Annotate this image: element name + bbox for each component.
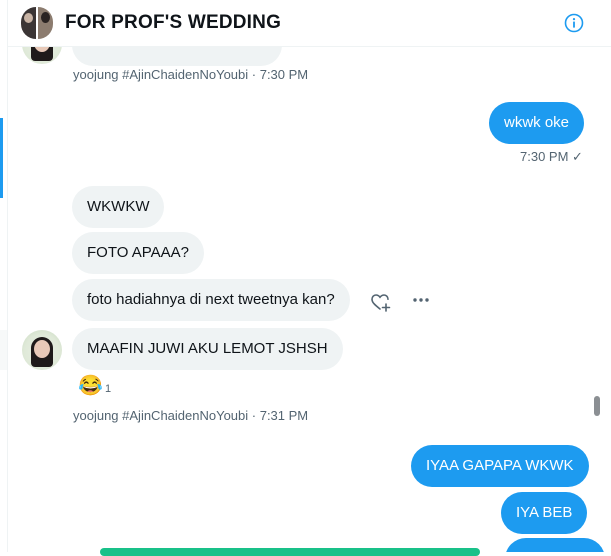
group-avatar-member-2: [38, 7, 53, 39]
scrollbar-thumb[interactable]: [594, 396, 600, 416]
message-bubble-partial[interactable]: [72, 46, 282, 66]
left-panel-edge: [0, 0, 8, 552]
message-bubble-outgoing[interactable]: IYA BEB: [501, 492, 588, 534]
message-meta-outgoing: 7:30 PM ✓: [520, 149, 583, 164]
info-circle-icon[interactable]: [564, 13, 584, 33]
conversation-header: FOR PROF'S WEDDING: [8, 0, 611, 47]
heart-plus-icon[interactable]: [369, 290, 393, 314]
sender-avatar-partial[interactable]: [22, 46, 62, 64]
reaction-count: 1: [105, 383, 112, 395]
message-bubble-outgoing[interactable]: wkwk oke: [489, 102, 585, 144]
group-avatar-member-1: [21, 7, 36, 39]
avatar-face: [34, 340, 50, 358]
message-bubble-incoming[interactable]: FOTO APAAA?: [72, 232, 204, 274]
message-meta: yoojung #AjinChaidenNoYoubi · 7:30 PM: [73, 67, 309, 82]
sender-avatar[interactable]: [22, 330, 62, 370]
conversation-title[interactable]: FOR PROF'S WEDDING: [65, 12, 281, 34]
message-bubble-incoming[interactable]: WKWKW: [72, 186, 165, 228]
group-avatar[interactable]: [21, 7, 53, 39]
more-horizontal-icon[interactable]: [411, 289, 431, 314]
message-bubble-outgoing[interactable]: IYAA GAPAPA WKWK: [411, 445, 589, 487]
message-bubble-incoming[interactable]: foto hadiahnya di next tweetnya kan?: [72, 279, 350, 321]
message-bubble-incoming[interactable]: MAAFIN JUWI AKU LEMOT JSHSH: [72, 328, 343, 370]
left-panel-active-indicator: [0, 118, 3, 198]
reaction-emoji[interactable]: 😂: [78, 375, 103, 397]
compose-bar-edge: [100, 548, 480, 556]
left-panel-hover-row: [0, 330, 7, 370]
message-thread[interactable]: yoojung #AjinChaidenNoYoubi · 7:30 PM wk…: [8, 46, 611, 552]
message-meta: yoojung #AjinChaidenNoYoubi · 7:31 PM: [73, 408, 309, 423]
message-bubble-outgoing-partial[interactable]: [505, 538, 605, 552]
